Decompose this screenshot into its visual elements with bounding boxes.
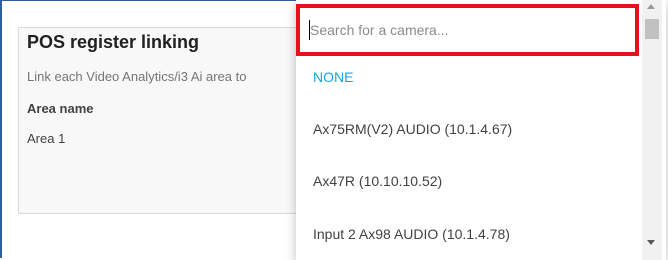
area-name-cell: Area 1: [27, 131, 66, 146]
scroll-up-arrow-icon[interactable]: [647, 4, 655, 9]
camera-search-box[interactable]: [296, 4, 639, 56]
card-title: POS register linking: [27, 32, 200, 52]
option-camera[interactable]: Ax47R (10.10.10.52): [313, 173, 442, 189]
scroll-down-arrow-icon[interactable]: [647, 240, 655, 245]
dropdown-scrollbar[interactable]: [642, 0, 662, 260]
option-camera[interactable]: Input 2 Ax98 AUDIO (10.1.4.78): [313, 226, 510, 242]
camera-search-input[interactable]: [310, 18, 628, 42]
option-camera[interactable]: Ax75RM(V2) AUDIO (10.1.4.67): [313, 121, 512, 137]
option-none[interactable]: NONE: [313, 69, 353, 85]
camera-select-dropdown[interactable]: NONE Ax75RM(V2) AUDIO (10.1.4.67) Ax47R …: [296, 0, 666, 260]
card-description: Link each Video Analytics/i3 Ai area to: [27, 69, 247, 84]
area-name-column-header: Area name: [27, 101, 94, 116]
scroll-thumb[interactable]: [645, 19, 659, 39]
